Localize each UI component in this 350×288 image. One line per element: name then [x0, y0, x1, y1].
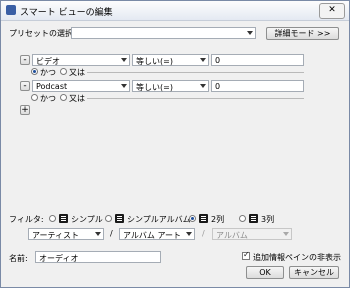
divider [87, 72, 304, 73]
remove-rule-button[interactable]: - [20, 81, 30, 91]
filter-simple-radio[interactable] [49, 215, 56, 222]
remove-rule-button[interactable]: - [20, 55, 30, 65]
rule-or-label: 又は [69, 94, 85, 103]
column3-select: アルバム [212, 228, 292, 240]
rule-field-select[interactable]: Podcast [32, 80, 130, 92]
hide-info-pane-checkbox[interactable]: ✓ [242, 250, 250, 260]
column3-value: アルバム [216, 231, 248, 240]
rule-and-label: かつ [40, 68, 56, 77]
rule-operator-select[interactable]: 等しい(=) [132, 80, 209, 92]
filter-2col-radio[interactable] [189, 215, 196, 222]
filter-3col-radio[interactable] [239, 215, 246, 222]
app-icon [6, 5, 16, 15]
filter-3col-label: 3列 [261, 215, 275, 224]
column2-select[interactable]: アルバム アート [119, 228, 195, 240]
rule-or-radio[interactable] [60, 68, 67, 75]
rule-operator-value: 等しい(=) [136, 83, 173, 92]
ok-button[interactable]: OK [246, 266, 284, 279]
simple-view-icon [59, 214, 68, 223]
rule-value-input[interactable]: 0 [211, 80, 304, 92]
dialog-window: スマート ビューの編集 ✕ プリセットの選択: 詳細モード >> - ビデオ 等… [0, 0, 350, 288]
simple-album-view-icon [115, 214, 124, 223]
name-label: 名前: [9, 254, 28, 263]
rule-and-label: かつ [40, 94, 56, 103]
filter-simple-label: シンプル [71, 215, 103, 224]
column-separator: / [202, 229, 205, 238]
rule-and-radio[interactable] [31, 94, 38, 101]
chevron-down-icon [95, 232, 101, 236]
window-title: スマート ビューの編集 [20, 8, 113, 18]
rule-value-text: 0 [215, 82, 221, 91]
chevron-down-icon [247, 31, 253, 35]
rule-or-radio[interactable] [60, 94, 67, 101]
chevron-down-icon [283, 232, 289, 236]
divider [87, 98, 304, 99]
chevron-down-icon [200, 84, 206, 88]
rule-and-radio[interactable] [31, 68, 38, 75]
column2-value: アルバム アート [123, 231, 181, 240]
rules-panel: - ビデオ 等しい(=) 0 かつ 又は - Podcast 等しい(=) 0 [15, 49, 333, 209]
rule-or-label: 又は [69, 68, 85, 77]
three-column-view-icon [249, 214, 258, 223]
cancel-button[interactable]: キャンセル [289, 266, 339, 279]
hide-info-pane-label: 追加情報ペインの非表示 [253, 253, 341, 262]
chevron-down-icon [121, 58, 127, 62]
rule-operator-select[interactable]: 等しい(=) [132, 54, 209, 66]
two-column-view-icon [199, 214, 208, 223]
title-bar[interactable]: スマート ビューの編集 ✕ [1, 1, 349, 21]
rule-value-text: 0 [215, 56, 221, 65]
name-input[interactable]: オーディオ [35, 251, 161, 263]
details-mode-button[interactable]: 詳細モード >> [266, 27, 339, 40]
column-separator: / [110, 229, 113, 238]
column1-value: アーティスト [32, 231, 80, 240]
add-rule-button[interactable]: + [20, 105, 30, 115]
checkmark-icon: ✓ [243, 250, 250, 259]
rule-field-value: Podcast [36, 82, 68, 91]
filter-label: フィルタ: [9, 215, 44, 224]
chevron-down-icon [121, 84, 127, 88]
filter-2col-label: 2列 [211, 215, 225, 224]
chevron-down-icon [186, 232, 192, 236]
preset-label: プリセットの選択: [9, 29, 76, 38]
rule-operator-value: 等しい(=) [136, 57, 173, 66]
close-button[interactable]: ✕ [319, 3, 345, 19]
name-input-value: オーディオ [39, 254, 79, 263]
preset-select[interactable] [71, 27, 256, 39]
chevron-down-icon [200, 58, 206, 62]
filter-simple-album-label: シンプルアルバム [127, 215, 191, 224]
filter-simple-album-radio[interactable] [105, 215, 112, 222]
rule-field-value: ビデオ [36, 57, 60, 66]
rule-value-input[interactable]: 0 [211, 54, 304, 66]
rule-field-select[interactable]: ビデオ [32, 54, 130, 66]
column1-select[interactable]: アーティスト [28, 228, 104, 240]
